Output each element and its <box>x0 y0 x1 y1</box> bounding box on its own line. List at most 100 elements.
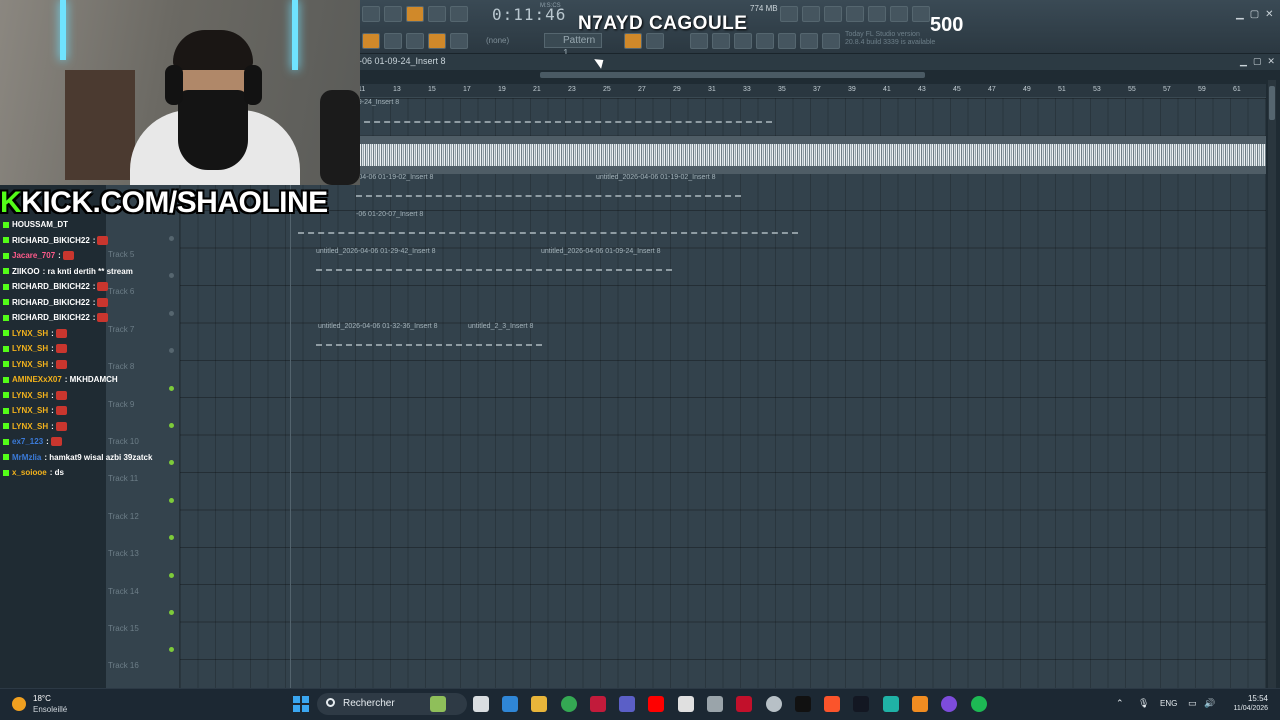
clock-date[interactable]: 11/04/2026 <box>1222 705 1268 712</box>
vertical-scrollbar[interactable] <box>1268 80 1276 688</box>
app-icon[interactable] <box>736 696 752 712</box>
track-label[interactable]: Track 5 <box>108 250 134 259</box>
toolbar-button[interactable] <box>712 33 730 49</box>
track-mute-led[interactable] <box>169 385 174 391</box>
fn-app-icon[interactable] <box>678 696 694 712</box>
toolbar-button[interactable] <box>624 33 642 49</box>
task-view-icon[interactable] <box>473 696 489 712</box>
toolbar-button[interactable] <box>690 33 708 49</box>
language-indicator[interactable]: ENG <box>1160 699 1177 708</box>
spotify-icon[interactable] <box>971 696 987 712</box>
chat-username[interactable]: LYNX_SH <box>12 406 48 415</box>
toolbar-button[interactable] <box>428 6 446 22</box>
network-icon[interactable]: ▭ <box>1188 699 1197 709</box>
playlist-grid[interactable] <box>180 98 1266 688</box>
track-label[interactable]: Track 14 <box>108 587 139 596</box>
cpu-icon[interactable] <box>780 6 798 22</box>
chat-username[interactable]: RICHARD_BIKICH22 <box>12 298 90 307</box>
fl-studio-icon[interactable] <box>912 696 928 712</box>
snap-select[interactable]: (none) <box>478 33 538 48</box>
toolbar-button[interactable] <box>868 6 886 22</box>
mic-icon[interactable] <box>824 6 842 22</box>
chat-username[interactable]: RICHARD_BIKICH22 <box>12 282 90 291</box>
toolbar-button[interactable] <box>734 33 752 49</box>
chat-username[interactable]: ex7_123 <box>12 437 43 446</box>
mixer-icon[interactable] <box>756 33 774 49</box>
track-label[interactable]: Track 10 <box>108 437 139 446</box>
volume-icon[interactable]: 🔊 <box>1204 699 1215 709</box>
teams-icon[interactable] <box>619 696 635 712</box>
chat-username[interactable]: ZIIKOO <box>12 267 40 276</box>
track-label[interactable]: Track 6 <box>108 287 134 296</box>
toolbar-button[interactable] <box>646 33 664 49</box>
chat-username[interactable]: MrMzlia <box>12 453 41 462</box>
track-label[interactable]: Track 11 <box>108 474 138 483</box>
chat-username[interactable]: HOUSSAM_DT <box>12 220 68 229</box>
windows-start-icon[interactable] <box>293 696 309 712</box>
weather-description[interactable]: Ensoleillé <box>33 705 67 714</box>
timeline-ruler[interactable]: 11 13 15 17 19 21 23 25 27 29 31 33 35 37 39 41 43 45 47 49… <box>354 84 1266 98</box>
toolbar-button[interactable] <box>802 6 820 22</box>
help-icon[interactable] <box>846 6 864 22</box>
chat-username[interactable]: LYNX_SH <box>12 344 48 353</box>
app-icon[interactable] <box>707 696 723 712</box>
audio-clip-main[interactable] <box>354 136 1266 174</box>
app-icon[interactable] <box>883 696 899 712</box>
brush-icon[interactable] <box>428 33 446 49</box>
playlist-window-controls[interactable]: ▁▢✕ <box>1240 57 1280 67</box>
toolbar-button[interactable] <box>384 6 402 22</box>
pattern-selector[interactable]: Pattern 1 <box>544 33 602 59</box>
browser-icon[interactable] <box>800 33 818 49</box>
toolbar-button[interactable] <box>450 6 468 22</box>
acrobat-icon[interactable] <box>590 696 606 712</box>
track-label[interactable]: Track 9 <box>108 400 134 409</box>
window-controls[interactable]: ▁▢✕ <box>1236 9 1280 20</box>
file-explorer-icon[interactable] <box>531 696 547 712</box>
track-mute-led[interactable] <box>169 610 174 615</box>
chat-icon[interactable] <box>912 6 930 22</box>
chat-username[interactable]: LYNX_SH <box>12 391 48 400</box>
song-mode-button[interactable] <box>362 33 380 49</box>
vertical-scroll-thumb[interactable] <box>1269 86 1275 120</box>
track-label[interactable]: Track 7 <box>108 325 134 334</box>
download-icon[interactable] <box>822 33 840 49</box>
chat-username[interactable]: LYNX_SH <box>12 329 48 338</box>
clock-time[interactable]: 15:54 <box>1236 694 1268 703</box>
tradingview-icon[interactable] <box>853 696 869 712</box>
sun-icon[interactable] <box>12 697 26 711</box>
track-mute-led[interactable] <box>169 236 174 241</box>
youtube-icon[interactable] <box>648 696 664 712</box>
track-label[interactable]: Track 13 <box>108 549 139 558</box>
obs-icon[interactable] <box>941 696 957 712</box>
track-mute-led[interactable] <box>169 423 174 428</box>
toolbar-button[interactable] <box>890 6 908 22</box>
chrome-icon[interactable] <box>561 696 577 712</box>
weather-temperature[interactable]: 18°C <box>33 694 51 703</box>
chat-username[interactable]: Jacare_707 <box>12 251 55 260</box>
toolbar-button[interactable] <box>406 6 424 22</box>
mic-icon[interactable]: 🎙 <box>1138 699 1149 709</box>
widget-icon[interactable] <box>430 696 446 712</box>
track-label[interactable]: Track 16 <box>108 661 139 670</box>
toolbar-button[interactable] <box>362 6 380 22</box>
app-icon[interactable] <box>795 696 811 712</box>
chat-username[interactable]: LYNX_SH <box>12 360 48 369</box>
chat-username[interactable]: RICHARD_BIKICH22 <box>12 236 90 245</box>
chevron-up-icon[interactable]: ⌃ <box>1116 699 1124 709</box>
chat-username[interactable]: LYNX_SH <box>12 422 48 431</box>
chat-username[interactable]: x_soiooe <box>12 468 47 477</box>
horizontal-scrollbar[interactable] <box>540 72 925 78</box>
track-mute-led[interactable] <box>169 310 174 316</box>
track-label[interactable]: Track 12 <box>108 512 139 521</box>
chat-username[interactable]: RICHARD_BIKICH22 <box>12 313 90 322</box>
app-icon[interactable] <box>766 696 782 712</box>
brave-icon[interactable] <box>824 696 840 712</box>
pencil-icon[interactable] <box>406 33 424 49</box>
track-mute-led[interactable] <box>169 572 174 578</box>
copilot-icon[interactable] <box>502 696 518 712</box>
track-label[interactable]: Track 8 <box>108 362 134 371</box>
track-mute-led[interactable] <box>169 497 174 503</box>
plugin-icon[interactable] <box>778 33 796 49</box>
delete-icon[interactable] <box>450 33 468 49</box>
chat-username[interactable]: AMINEXxX07 <box>12 375 62 384</box>
